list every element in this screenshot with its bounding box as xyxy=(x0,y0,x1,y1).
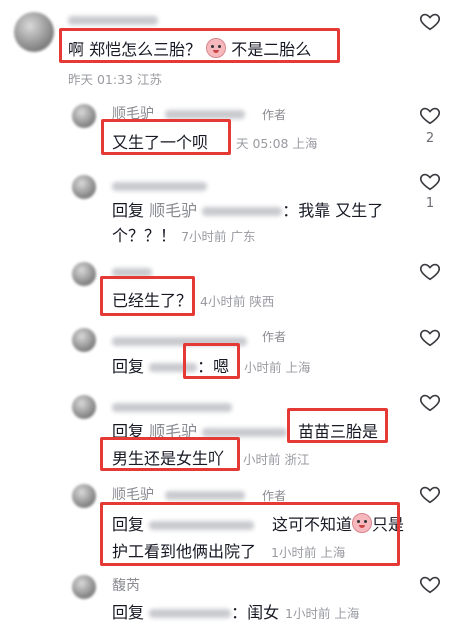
reply-to-user[interactable]: 顺毛驴 xyxy=(149,201,197,220)
author-tag: 作者 xyxy=(262,330,287,344)
like-icon[interactable] xyxy=(419,391,441,413)
highlight-box xyxy=(100,437,240,471)
reply-label: 回复 xyxy=(112,201,145,220)
highlight-box xyxy=(287,408,388,443)
avatar[interactable] xyxy=(72,262,96,286)
username[interactable]: 馥芮 xyxy=(112,575,140,595)
reply-label: 回复 xyxy=(112,603,145,622)
like-count: 2 xyxy=(425,131,435,146)
highlight-box xyxy=(59,28,340,63)
comment-text: 回复 ：闺女 xyxy=(112,599,279,623)
comment-meta: 小时前 浙江 xyxy=(243,452,310,467)
comment-meta: 4小时前 陕西 xyxy=(200,294,275,309)
highlight-box xyxy=(100,276,195,316)
comment-text-part: ：闺女 xyxy=(231,603,280,622)
username-blurred xyxy=(202,428,288,437)
highlight-box xyxy=(100,502,400,566)
like-icon[interactable] xyxy=(419,104,441,126)
avatar[interactable] xyxy=(72,328,96,352)
username-blurred xyxy=(149,609,232,618)
avatar[interactable] xyxy=(72,104,96,128)
avatar[interactable] xyxy=(72,395,96,419)
like-icon[interactable] xyxy=(419,573,441,595)
username-blurred xyxy=(202,207,283,216)
like-icon[interactable] xyxy=(419,10,441,32)
highlight-box xyxy=(101,119,231,155)
username-blurred[interactable] xyxy=(112,176,207,195)
like-icon[interactable] xyxy=(419,170,441,192)
comment-text-part: 个？？！ xyxy=(112,226,177,245)
like-icon[interactable] xyxy=(419,483,441,505)
comment-meta: 昨天 01:33 江苏 xyxy=(68,72,162,87)
comment-meta: 天 05:08 上海 xyxy=(236,136,318,151)
username-blurred[interactable] xyxy=(112,397,232,416)
like-icon[interactable] xyxy=(419,260,441,282)
comment-text: 回复 顺毛驴 ：我靠 又生了 xyxy=(112,197,383,221)
comment-meta: 小时前 上海 xyxy=(244,360,311,375)
comment-text-part: ：我靠 又生了 xyxy=(282,201,384,220)
comment-text-line2: 个？？！ 7小时前 广东 xyxy=(112,222,256,246)
like-count: 1 xyxy=(425,196,435,211)
avatar[interactable] xyxy=(72,175,96,199)
avatar[interactable] xyxy=(72,484,96,508)
like-icon[interactable] xyxy=(419,326,441,348)
comment-meta: 7小时前 广东 xyxy=(181,229,256,244)
comment-meta: 1小时前 上海 xyxy=(285,606,360,621)
avatar[interactable] xyxy=(14,12,54,52)
author-tag: 作者 xyxy=(262,108,287,122)
username-blurred[interactable] xyxy=(68,10,158,29)
reply-label: 回复 xyxy=(112,357,145,376)
highlight-box xyxy=(183,343,240,379)
username[interactable]: 顺毛驴 xyxy=(112,484,154,504)
avatar[interactable] xyxy=(72,575,96,599)
